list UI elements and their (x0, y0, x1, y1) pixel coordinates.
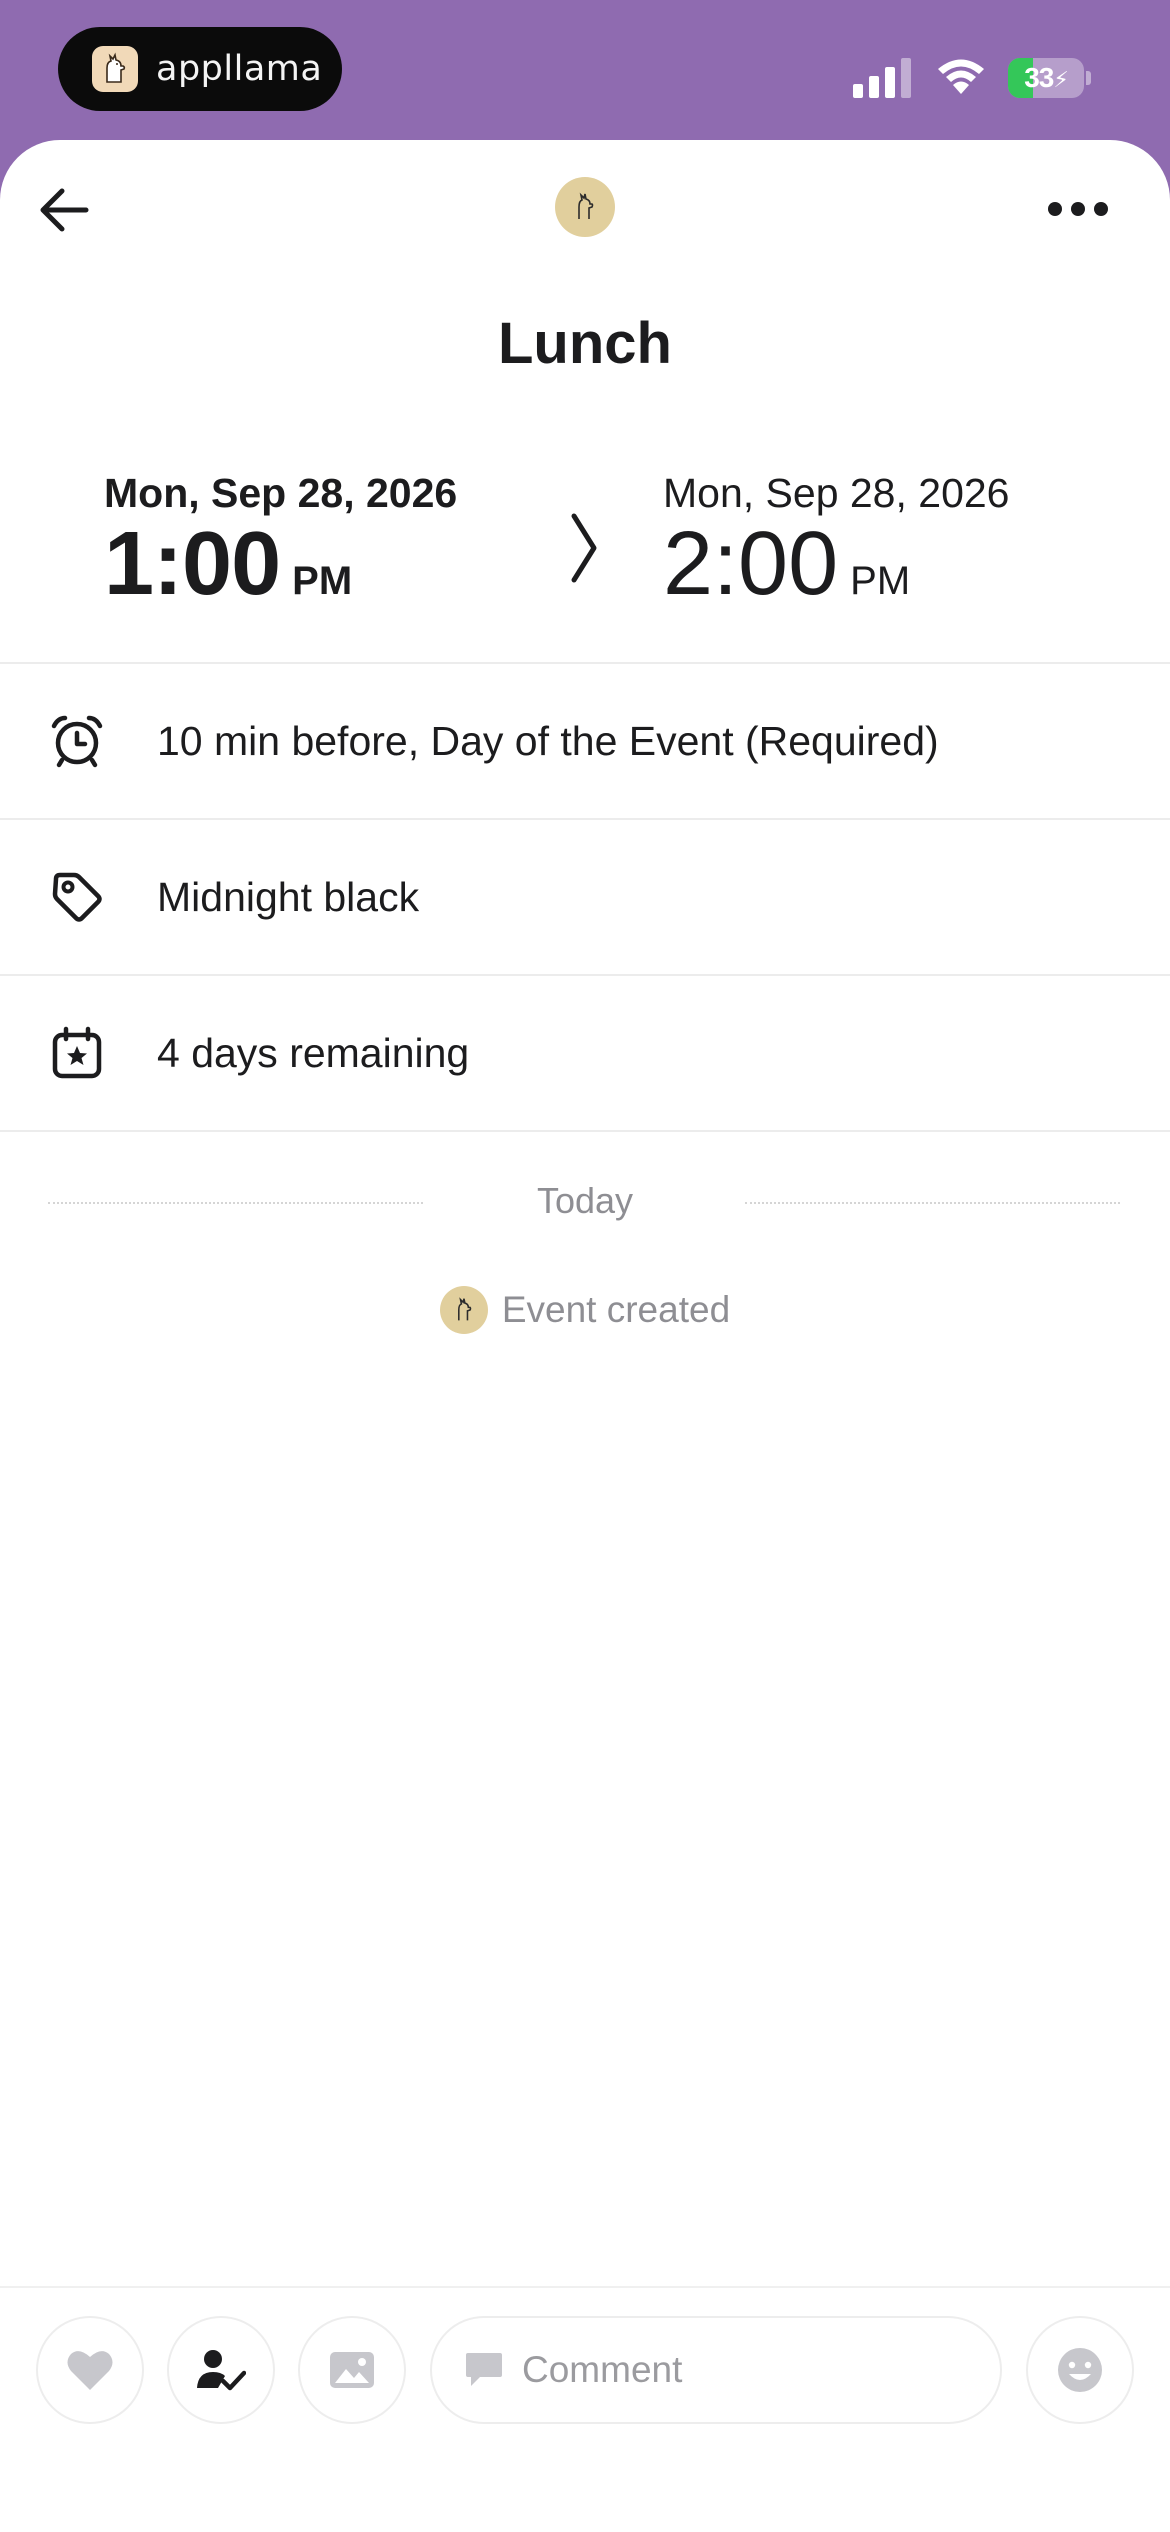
comment-placeholder: Comment (522, 2349, 683, 2390)
start-date: Mon, Sep 28, 2026 (104, 470, 458, 516)
end-ampm: PM (850, 559, 911, 603)
end-time: 2:00 (663, 514, 839, 614)
llama-avatar-icon[interactable] (555, 177, 615, 237)
dynamic-island[interactable]: appllama (58, 27, 342, 111)
back-button[interactable] (34, 180, 94, 240)
end-datetime[interactable]: Mon, Sep 28, 2026 2:00 PM (663, 470, 1009, 609)
battery-indicator: 33⚡ (1008, 58, 1084, 98)
reminder-text: 10 min before, Day of the Event (Require… (157, 717, 939, 764)
activity-text: Event created (501, 1289, 731, 1330)
end-date: Mon, Sep 28, 2026 (663, 470, 1010, 516)
island-label: appllama (156, 49, 323, 89)
comment-input[interactable]: Comment (430, 2316, 1002, 2424)
arrow-left-icon (40, 188, 89, 232)
assign-person-icon (197, 2350, 246, 2391)
reminder-row[interactable]: 10 min before, Day of the Event (Require… (0, 662, 1170, 818)
heart-icon (67, 2351, 113, 2390)
more-options-button[interactable] (1038, 184, 1118, 234)
llama-logo-icon (92, 46, 138, 92)
cellular-signal-icon (853, 58, 911, 98)
assign-button[interactable] (167, 2316, 275, 2424)
timeline-section-label: Today (536, 1180, 634, 1221)
wifi-icon (938, 59, 984, 94)
calendar-star-icon (48, 1024, 106, 1082)
tag-text: Midnight black (157, 873, 420, 920)
remaining-text: 4 days remaining (157, 1029, 470, 1076)
add-image-button[interactable] (298, 2316, 406, 2424)
bottom-action-bar: Comment (0, 2286, 1170, 2532)
emoji-button[interactable] (1026, 2316, 1134, 2424)
start-time: 1:00 (104, 514, 281, 614)
tag-row[interactable]: Midnight black (0, 818, 1170, 974)
image-icon (330, 2352, 374, 2388)
alarm-clock-icon (48, 712, 106, 770)
timeline-divider-left (48, 1202, 423, 1204)
chevron-right-icon (571, 513, 597, 583)
start-ampm: PM (292, 559, 353, 603)
like-button[interactable] (36, 2316, 144, 2424)
comment-bubble-icon (466, 2353, 502, 2386)
battery-percentage: 33⚡ (1024, 62, 1069, 93)
activity-item: Event created (0, 1286, 1170, 1334)
event-detail-sheet: Lunch Mon, Sep 28, 2026 1:00 PM Mon, Sep… (0, 140, 1170, 2532)
remaining-row[interactable]: 4 days remaining (0, 974, 1170, 1130)
navigation-bar (0, 140, 1170, 270)
status-bar: appllama 33⚡ (0, 0, 1170, 140)
start-datetime[interactable]: Mon, Sep 28, 2026 1:00 PM (104, 470, 457, 609)
timeline-divider-right (745, 1202, 1120, 1204)
emoji-icon (1058, 2348, 1102, 2392)
ellipsis-icon (1048, 202, 1108, 216)
battery-tip (1086, 71, 1091, 85)
llama-avatar-icon (439, 1286, 488, 1334)
tag-icon (48, 868, 106, 926)
event-title[interactable]: Lunch (0, 310, 1170, 377)
details-divider (0, 1130, 1170, 1132)
